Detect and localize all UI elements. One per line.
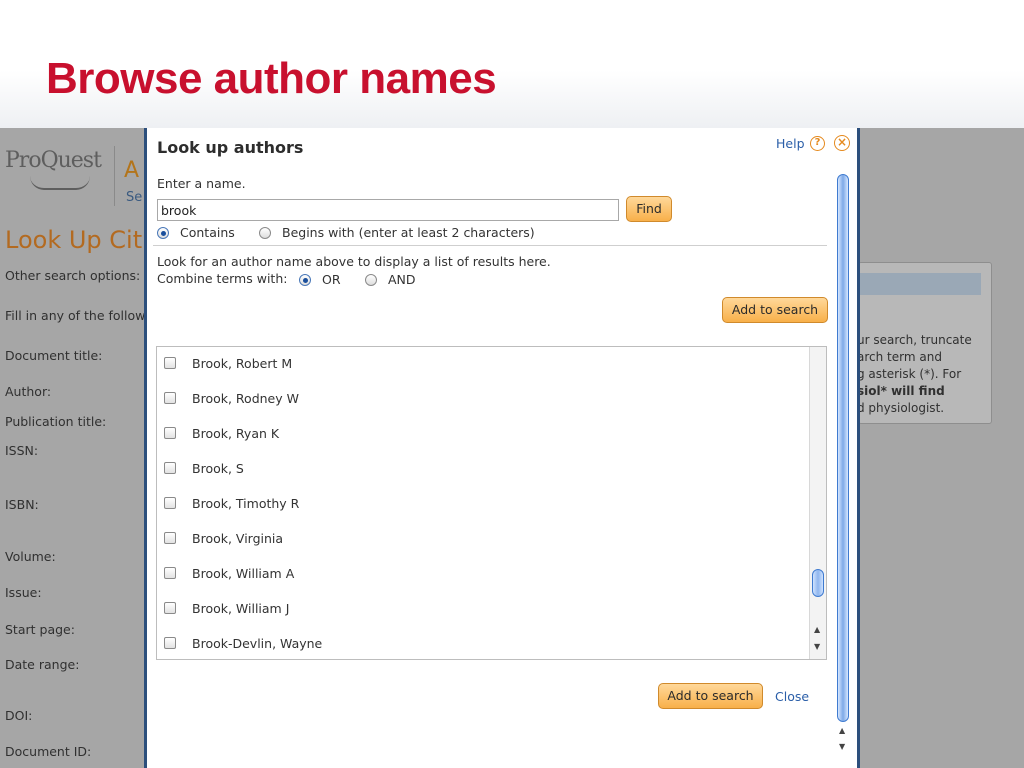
checkbox-icon[interactable] [164,392,176,404]
enter-name-label: Enter a name. [157,176,246,191]
tip-line: d physiologist. [857,401,945,415]
help-circle-icon[interactable]: ? [810,136,825,151]
list-item[interactable]: Brook, S [157,452,807,487]
bg-label: Author: [5,384,52,399]
section-divider [153,245,827,246]
add-to-search-button-top[interactable]: Add to search [722,297,828,323]
bg-label: Date range: [5,657,80,672]
author-name: Brook, S [192,461,244,476]
bg-label: Other search options: [5,268,141,283]
begins-with-label: Begins with (enter at least 2 characters… [282,225,535,240]
app-sub-fragment: Se [126,190,143,205]
find-button[interactable]: Find [626,196,672,222]
dialog-title: Look up authors [157,138,304,157]
checkbox-icon[interactable] [164,567,176,579]
bg-label: ISSN: [5,443,39,458]
tip-line: arch term and [857,350,942,364]
checkbox-icon[interactable] [164,602,176,614]
list-item[interactable]: Brook, William A [157,557,807,592]
bg-label: Document ID: [5,744,92,759]
results-scrollbar[interactable]: ▲ ▼ [809,347,826,659]
checkbox-icon[interactable] [164,357,176,369]
tip-line: g asterisk (*). For [857,367,962,381]
contains-label: Contains [180,225,235,240]
bg-label: DOI: [5,708,33,723]
bg-label: Volume: [5,549,56,564]
checkbox-icon[interactable] [164,532,176,544]
or-label: OR [322,272,341,287]
scroll-up-arrow-icon[interactable]: ▲ [814,625,820,634]
and-label: AND [388,272,416,287]
add-to-search-button-bottom[interactable]: Add to search [658,683,763,709]
dialog-scrollbar[interactable]: ▲ ▼ [836,168,854,764]
tip-header-bar [859,273,981,295]
logo-divider [114,146,115,206]
scroll-down-arrow-icon[interactable]: ▼ [814,642,820,651]
bg-label: ISBN: [5,497,39,512]
search-tip-box: ur search, truncate arch term and g aste… [857,262,992,424]
close-link[interactable]: Close [775,689,809,704]
list-item[interactable]: Brook, Robert M [157,347,807,382]
logo-swoosh [30,176,90,190]
bg-label: Document title: [5,348,103,363]
checkbox-icon[interactable] [164,497,176,509]
and-radio[interactable] [365,274,377,286]
scroll-up-arrow-icon[interactable]: ▲ [839,726,845,735]
tip-line: siol* will find [857,384,945,398]
or-radio[interactable] [299,274,311,286]
author-name: Brook, William A [192,566,295,581]
begins-with-radio[interactable] [259,227,271,239]
app-name-fragment: A [124,158,140,183]
slide-header: Browse author names [0,0,1024,128]
list-item[interactable]: Brook, Timothy R [157,487,807,522]
checkbox-icon[interactable] [164,462,176,474]
list-item[interactable]: Brook, William J [157,592,807,627]
bg-label: Issue: [5,585,42,600]
combine-label: Combine terms with: [157,271,288,286]
author-name: Brook, William J [192,601,290,616]
bg-page-title: Look Up Cit [5,226,143,254]
tip-line: ur search, truncate [857,333,972,347]
scroll-down-arrow-icon[interactable]: ▼ [839,742,845,751]
author-name: Brook, Robert M [192,356,293,371]
list-item[interactable]: Brook-Devlin, Wayne [157,627,807,659]
list-item[interactable]: Brook, Virginia [157,522,807,557]
close-circle-icon[interactable]: × [834,135,850,151]
author-results-list: Brook, Robert M Brook, Rodney W Brook, R… [156,346,827,660]
bg-label: Fill in any of the follow [5,308,146,323]
checkbox-icon[interactable] [164,637,176,649]
author-name: Brook, Timothy R [192,496,300,511]
results-scroll-thumb[interactable] [812,569,824,597]
results-info-text: Look for an author name above to display… [157,254,551,269]
bg-label: Publication title: [5,414,107,429]
checkbox-icon[interactable] [164,427,176,439]
help-link[interactable]: Help [776,136,805,151]
contains-radio[interactable] [157,227,169,239]
bg-label: Start page: [5,622,75,637]
author-name: Brook, Virginia [192,531,284,546]
author-name-input[interactable] [157,199,619,221]
author-name: Brook-Devlin, Wayne [192,636,323,651]
slide-title: Browse author names [46,54,497,103]
list-item[interactable]: Brook, Rodney W [157,382,807,417]
list-item[interactable]: Brook, Ryan K [157,417,807,452]
lookup-authors-dialog: Look up authors Help ? × Enter a name. F… [144,128,860,768]
author-name: Brook, Ryan K [192,426,280,441]
proquest-logo: ProQuest [5,148,102,173]
dialog-scroll-thumb[interactable] [837,174,849,722]
author-name: Brook, Rodney W [192,391,299,406]
